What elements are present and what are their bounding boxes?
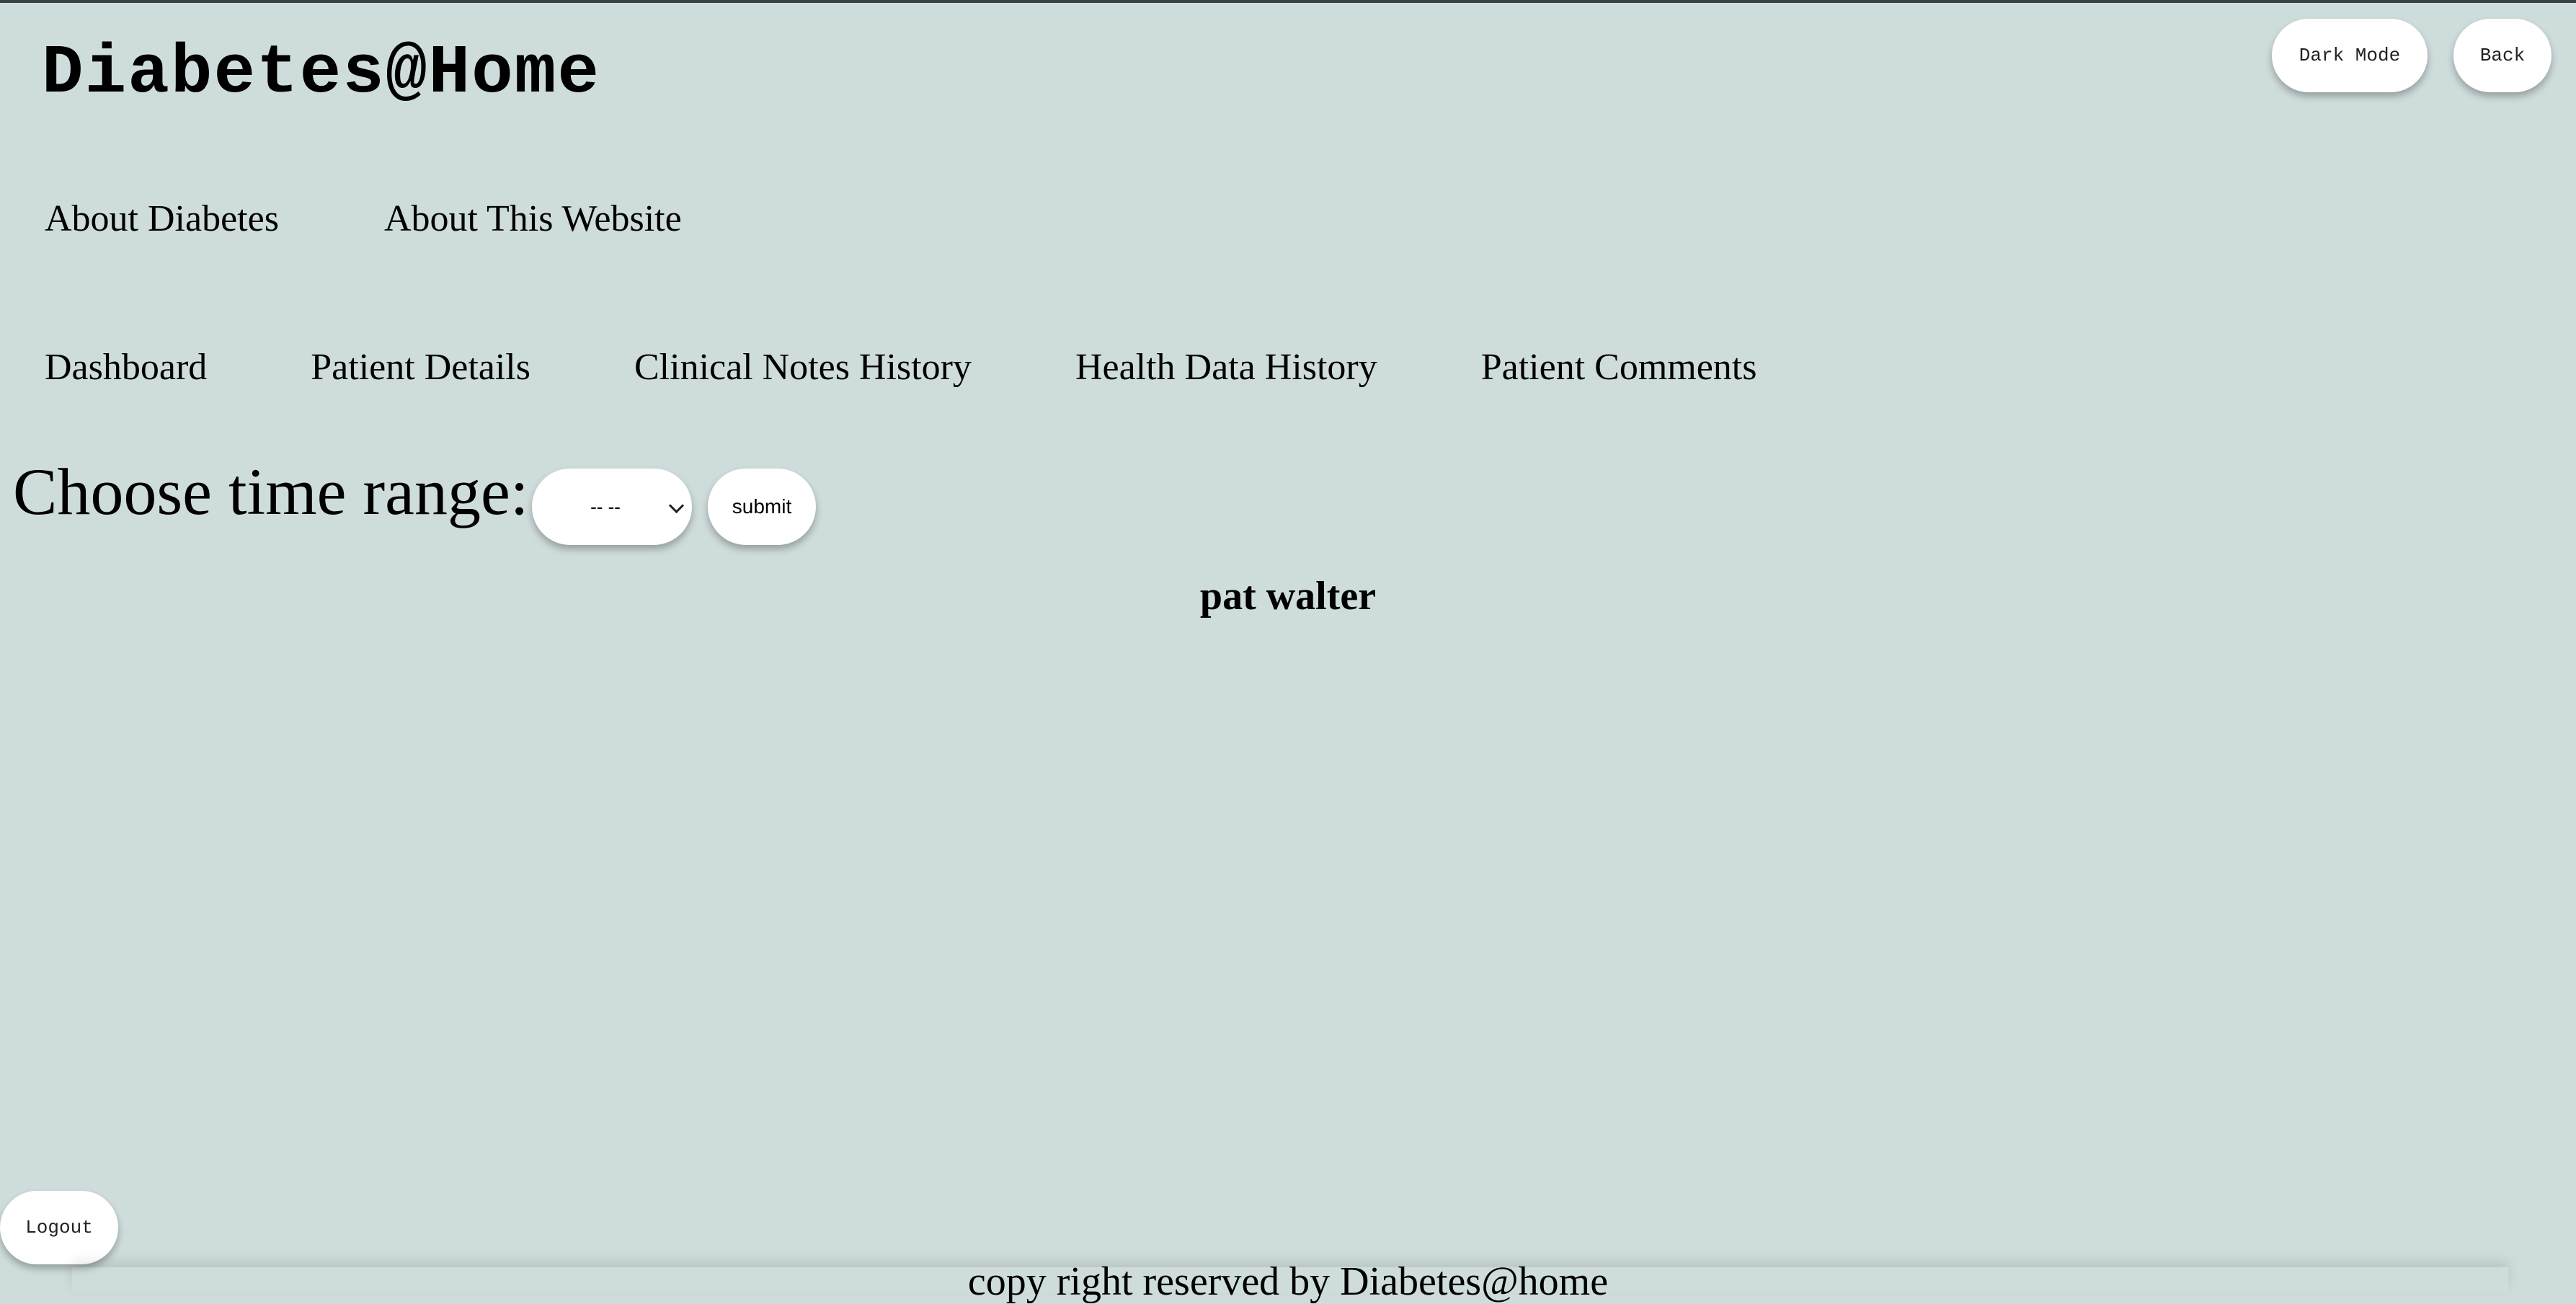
nav-health-data-history[interactable]: Health Data History [1075, 346, 1377, 389]
time-range-selected-value: -- -- [590, 495, 621, 518]
submit-button[interactable]: submit [708, 469, 816, 545]
time-range-select[interactable]: -- -- [532, 469, 692, 545]
patient-nav: Dashboard Patient Details Clinical Notes… [45, 346, 1756, 389]
time-range-label: Choose time range: [13, 455, 529, 528]
patient-name: pat walter [1199, 574, 1377, 618]
nav-patient-comments[interactable]: Patient Comments [1481, 346, 1757, 389]
site-title: Diabetes@Home [42, 34, 600, 112]
nav-patient-details[interactable]: Patient Details [311, 346, 530, 389]
footer-copyright: copy right reserved by Diabetes@home [967, 1259, 1609, 1304]
dark-mode-button[interactable]: Dark Mode [2272, 19, 2428, 92]
chevron-down-icon [668, 497, 685, 514]
nav-dashboard[interactable]: Dashboard [45, 346, 207, 389]
nav-clinical-notes-history[interactable]: Clinical Notes History [634, 346, 972, 389]
top-nav: About Diabetes About This Website [45, 198, 682, 241]
nav-about-diabetes[interactable]: About Diabetes [45, 198, 279, 241]
nav-about-this-website[interactable]: About This Website [384, 198, 682, 241]
logout-button[interactable]: Logout [0, 1191, 118, 1264]
back-button[interactable]: Back [2453, 19, 2551, 92]
